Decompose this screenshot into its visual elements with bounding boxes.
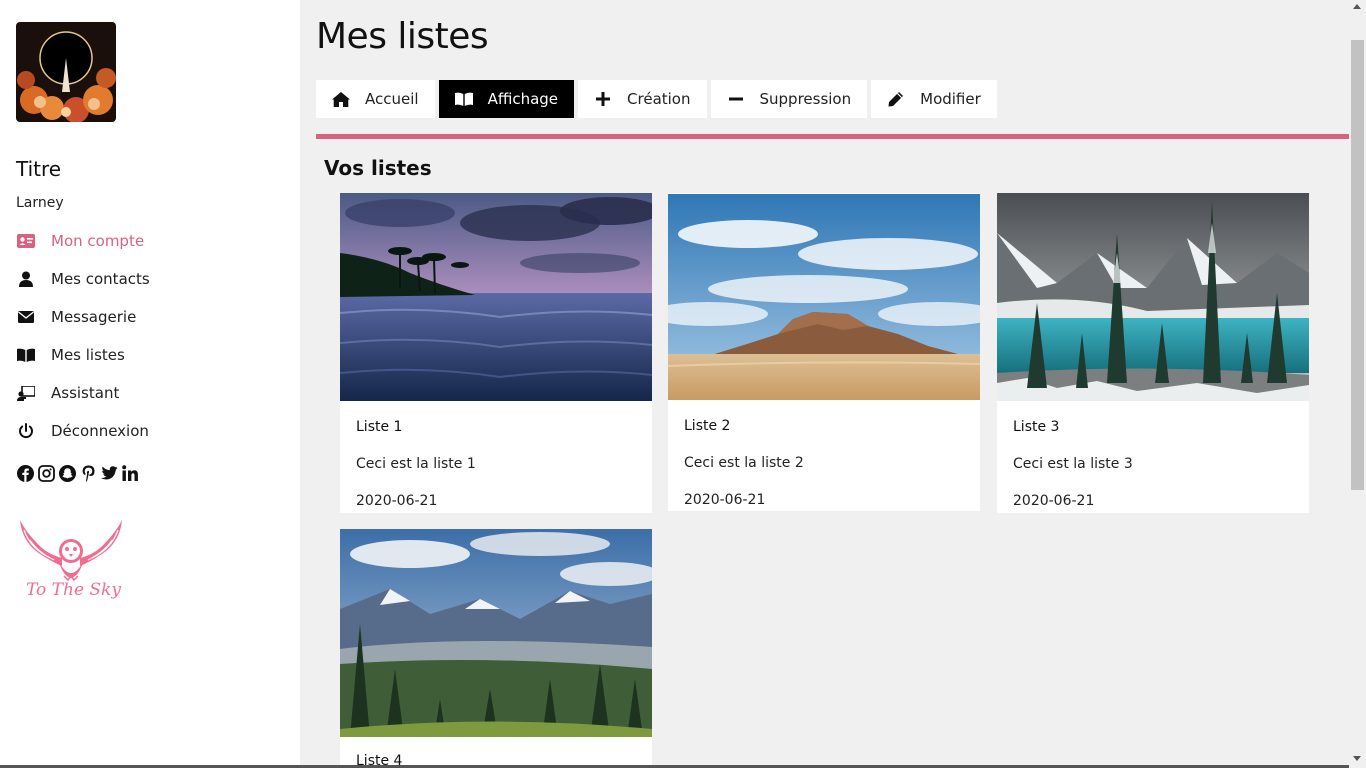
power-icon xyxy=(16,421,36,441)
list-card-image xyxy=(340,529,652,737)
tab-label: Accueil xyxy=(365,90,419,108)
tab-label: Affichage xyxy=(487,90,559,108)
list-card-image xyxy=(668,194,980,400)
sidebar-item-label: Déconnexion xyxy=(51,422,149,440)
minus-icon xyxy=(727,90,745,108)
sidebar-item-assistant[interactable]: Assistant xyxy=(16,374,286,412)
pinterest-icon[interactable] xyxy=(79,464,97,482)
plus-icon xyxy=(594,90,612,108)
list-card-title: Liste 2 xyxy=(684,418,731,434)
scrollbar-thumb[interactable] xyxy=(1351,40,1364,490)
scroll-down-arrow-icon[interactable] xyxy=(1353,756,1361,761)
id-card-icon xyxy=(16,231,36,251)
accent-divider xyxy=(316,134,1349,139)
sidebar-item-label: Mon compte xyxy=(51,232,145,250)
list-card-image xyxy=(340,193,652,401)
facebook-icon[interactable] xyxy=(16,464,34,482)
tab-modifier[interactable]: Modifier xyxy=(871,80,997,118)
tab-suppression[interactable]: Suppression xyxy=(710,80,868,118)
vertical-scrollbar[interactable] xyxy=(1349,0,1366,768)
tab-accueil[interactable]: Accueil xyxy=(316,80,435,118)
list-card[interactable]: Liste 1 Ceci est la liste 1 2020-06-21 xyxy=(340,193,652,513)
sidebar-item-label: Mes listes xyxy=(51,346,125,364)
list-card[interactable]: Liste 3 Ceci est la liste 3 2020-06-21 xyxy=(997,193,1309,513)
sidebar-item-label: Mes contacts xyxy=(51,270,150,288)
pencil-icon xyxy=(887,90,905,108)
username: Larney xyxy=(16,195,64,211)
album-cover-image[interactable] xyxy=(16,22,116,122)
sidebar-item-label: Messagerie xyxy=(51,308,137,326)
list-card[interactable]: Liste 4 xyxy=(340,529,652,768)
main-content: Mes listes Accueil Affichage Création Su… xyxy=(300,0,1349,768)
linkedin-icon[interactable] xyxy=(121,464,139,482)
list-card-title: Liste 1 xyxy=(356,419,403,435)
sidebar-title: Titre xyxy=(16,157,62,181)
list-card-date: 2020-06-21 xyxy=(356,493,438,509)
twitter-icon[interactable] xyxy=(100,464,118,482)
user-icon xyxy=(16,269,36,289)
sidebar-item-label: Assistant xyxy=(51,384,120,402)
snapchat-icon[interactable] xyxy=(58,464,76,482)
tab-bar: Accueil Affichage Création Suppression M… xyxy=(316,80,997,118)
sidebar-item-mon-compte[interactable]: Mon compte xyxy=(16,222,286,260)
tab-creation[interactable]: Création xyxy=(578,80,707,118)
sidebar-item-messagerie[interactable]: Messagerie xyxy=(16,298,286,336)
sidebar-item-deconnexion[interactable]: Déconnexion xyxy=(16,412,286,450)
list-card-description: Ceci est la liste 1 xyxy=(356,456,476,472)
list-card-description: Ceci est la liste 3 xyxy=(1013,456,1133,472)
list-card-title: Liste 3 xyxy=(1013,419,1060,435)
tab-affichage[interactable]: Affichage xyxy=(438,80,575,118)
book-open-icon xyxy=(454,90,473,108)
sidebar-item-mes-listes[interactable]: Mes listes xyxy=(16,336,286,374)
sidebar: Titre Larney Mon compte Mes contacts Mes… xyxy=(0,0,300,768)
brand-text: To The Sky xyxy=(26,580,121,600)
tab-label: Suppression xyxy=(759,90,852,108)
home-icon xyxy=(332,90,350,108)
list-card-image xyxy=(997,193,1309,401)
list-card-description: Ceci est la liste 2 xyxy=(684,455,804,471)
list-card-date: 2020-06-21 xyxy=(684,492,766,508)
page-title: Mes listes xyxy=(316,16,489,57)
section-title: Vos listes xyxy=(324,156,432,180)
envelope-icon xyxy=(16,307,36,327)
tab-label: Création xyxy=(627,90,691,108)
chalkboard-teacher-icon xyxy=(16,383,36,403)
tab-label: Modifier xyxy=(920,90,981,108)
scroll-up-arrow-icon[interactable] xyxy=(1353,4,1361,9)
list-card[interactable]: Liste 2 Ceci est la liste 2 2020-06-21 xyxy=(668,193,980,511)
social-links xyxy=(16,464,139,482)
sidebar-nav: Mon compte Mes contacts Messagerie Mes l… xyxy=(16,222,286,450)
sidebar-item-mes-contacts[interactable]: Mes contacts xyxy=(16,260,286,298)
brand-logo[interactable]: To The Sky xyxy=(16,518,126,610)
book-open-icon xyxy=(16,345,36,365)
instagram-icon[interactable] xyxy=(37,464,55,482)
list-card-date: 2020-06-21 xyxy=(1013,493,1095,509)
